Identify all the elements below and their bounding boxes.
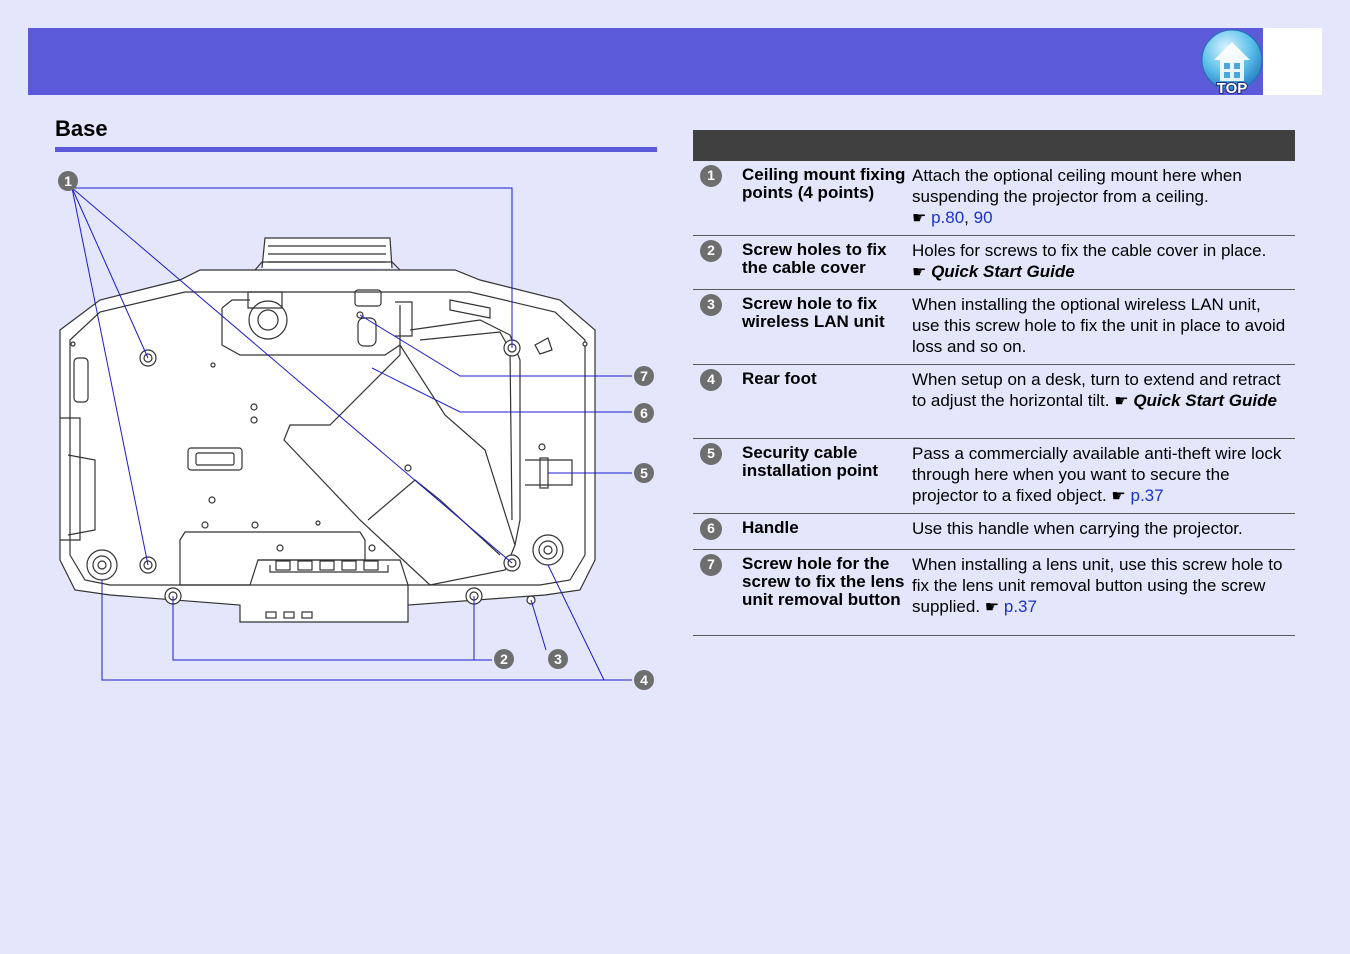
table-row: 5 Security cable installation point Pass… (693, 439, 1295, 514)
item-name: Ceiling mount fixing points (4 points) (742, 165, 906, 202)
item-number-badge: 4 (700, 368, 722, 391)
table-row: 3 Screw hole to fix wireless LAN unit Wh… (693, 290, 1295, 365)
item-number-badge: 5 (700, 442, 722, 465)
svg-text:1: 1 (64, 173, 72, 189)
guide-reference[interactable]: Quick Start Guide (1133, 391, 1277, 410)
item-description: Pass a commercially available anti-theft… (912, 444, 1282, 505)
table-row: 4 Rear foot When setup on a desk, turn t… (693, 365, 1295, 439)
table-row: 6 Handle Use this handle when carrying t… (693, 514, 1295, 550)
page-link[interactable]: p.80 (931, 208, 964, 227)
header-corner (1263, 28, 1322, 95)
item-name: Security cable installation point (742, 443, 878, 480)
callout-4: 4 (634, 670, 654, 690)
svg-text:5: 5 (640, 465, 648, 481)
svg-text:4: 4 (640, 672, 648, 688)
pointing-hand-icon: ☛ (912, 210, 927, 227)
projector-base-diagram: 1 7 6 5 2 3 4 (58, 171, 654, 690)
table-row: 2 Screw holes to fix the cable cover Hol… (693, 236, 1295, 290)
svg-text:6: 6 (640, 405, 648, 421)
item-number-badge: 2 (700, 239, 722, 262)
parts-table: 1 Ceiling mount fixing points (4 points)… (693, 130, 1295, 636)
item-description: When installing a lens unit, use this sc… (912, 555, 1283, 616)
item-description: Holes for screws to fix the cable cover … (912, 241, 1267, 281)
svg-text:7: 7 (640, 368, 648, 384)
page-link[interactable]: p.37 (1004, 597, 1037, 616)
table-header-row (693, 130, 1295, 161)
item-number-badge: 6 (700, 517, 722, 540)
item-name: Screw hole to fix wireless LAN unit (742, 294, 885, 331)
pointing-hand-icon: ☛ (1111, 488, 1126, 505)
top-button[interactable]: TOP (1200, 28, 1264, 96)
item-number-badge: 3 (700, 293, 722, 316)
callout-5: 5 (634, 463, 654, 483)
item-name: Screw hole for the screw to fix the lens… (742, 554, 905, 609)
pointing-hand-icon: ☛ (984, 599, 1000, 616)
pointing-hand-icon: ☛ (912, 264, 927, 281)
item-description: Attach the optional ceiling mount here w… (912, 166, 1242, 227)
callout-1: 1 (58, 171, 78, 191)
top-label: TOP (1217, 80, 1248, 96)
svg-text:3: 3 (554, 651, 562, 667)
item-number-badge: 1 (700, 164, 722, 187)
page-link[interactable]: p.37 (1130, 486, 1163, 505)
page-link[interactable]: 90 (974, 208, 993, 227)
callout-7: 7 (634, 366, 654, 386)
item-name: Screw holes to fix the cable cover (742, 240, 887, 277)
item-description: When installing the optional wireless LA… (912, 295, 1286, 356)
table-row: 1 Ceiling mount fixing points (4 points)… (693, 161, 1295, 236)
item-description: When setup on a desk, turn to extend and… (912, 370, 1281, 410)
item-name: Handle (742, 518, 799, 537)
guide-reference[interactable]: Quick Start Guide (931, 262, 1075, 281)
callout-2: 2 (494, 649, 514, 669)
pointing-hand-icon: ☛ (1114, 393, 1129, 410)
item-number-badge: 7 (700, 553, 722, 576)
callout-6: 6 (634, 403, 654, 423)
item-name: Rear foot (742, 369, 817, 388)
item-description: Use this handle when carrying the projec… (912, 519, 1243, 538)
svg-text:2: 2 (500, 651, 508, 667)
table-row: 7 Screw hole for the screw to fix the le… (693, 550, 1295, 636)
callout-3: 3 (548, 649, 568, 669)
